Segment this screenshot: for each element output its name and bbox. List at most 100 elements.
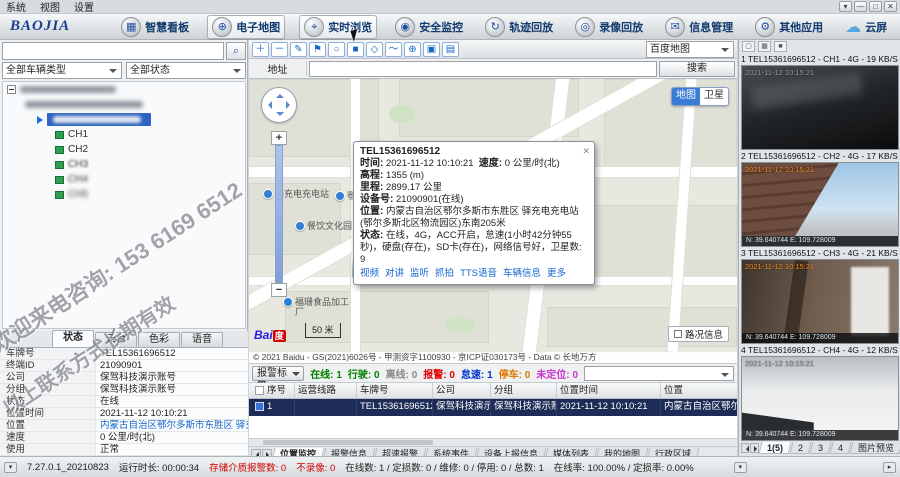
map-canvas[interactable]: 驿充电充电站 鄂尔伊勤 餐饮文化园 福珊食品加工厂 + − TEL1536169… xyxy=(249,79,737,352)
pan-down-icon[interactable] xyxy=(276,112,284,120)
layout-1x1-icon[interactable]: ▢ xyxy=(742,41,755,52)
tree-root-node[interactable] xyxy=(3,82,245,97)
draw-polygon-icon[interactable]: ◇ xyxy=(366,42,383,57)
popup-link-intercom[interactable]: 对讲 xyxy=(385,268,404,280)
video-feed-ch4[interactable]: 2021-11-12 10:15:21 N: 39.640744 E: 109.… xyxy=(741,356,899,441)
status-expand-icon[interactable]: ▸ xyxy=(883,462,896,473)
map-pan-control[interactable] xyxy=(261,87,297,123)
alarm-tag-button[interactable]: 报警标签 xyxy=(252,366,304,381)
slider-zoom-out-icon[interactable]: − xyxy=(271,283,287,297)
poi-food-factory[interactable]: 福珊食品加工厂 xyxy=(283,297,351,317)
status-collapse-icon[interactable]: ▾ xyxy=(734,462,747,473)
checkbox-icon xyxy=(674,330,682,338)
tree-channel-item[interactable]: CH4 xyxy=(3,172,245,187)
close-icon[interactable]: ✕ xyxy=(884,1,897,12)
maximize-icon[interactable]: □ xyxy=(869,1,882,12)
tab-scroll-right-icon[interactable] xyxy=(750,443,758,453)
popup-link-snapshot[interactable]: 抓拍 xyxy=(435,268,454,280)
vehicle-search-input[interactable] xyxy=(2,42,224,60)
address-input[interactable] xyxy=(309,61,657,77)
toolbar-info-management[interactable]: ✉ 信息管理 xyxy=(661,15,737,39)
popup-link-vehicle-info[interactable]: 车辆信息 xyxy=(503,268,541,280)
layout-stop-icon[interactable]: ■ xyxy=(774,41,787,52)
video-feed-ch2[interactable]: 2021-11-12 10:15:21 N: 39.640744 E: 109.… xyxy=(741,162,899,247)
map-provider-select[interactable]: 百度地图 xyxy=(646,41,734,58)
status-menu-icon[interactable]: ▾ xyxy=(4,462,17,473)
menu-system[interactable]: 系统 xyxy=(6,0,26,14)
video-feed-ch1[interactable]: 2021-11-12 10:15:21 xyxy=(741,65,899,150)
toolbar-safety-monitor[interactable]: ◉ 安全监控 xyxy=(391,15,467,39)
tab-status[interactable]: 状态 xyxy=(52,330,94,347)
skin-icon[interactable]: ▾ xyxy=(839,1,852,12)
toolbar-track-playback[interactable]: ↻ 轨迹回放 xyxy=(481,15,557,39)
popup-close-icon[interactable]: ✕ xyxy=(582,145,590,157)
tab-scroll-left-icon[interactable] xyxy=(741,443,749,453)
popup-link-tts[interactable]: TTS语音 xyxy=(460,268,497,280)
minimize-icon[interactable]: — xyxy=(854,1,867,12)
tab-color[interactable]: 色彩 xyxy=(138,332,180,347)
tab-page-1[interactable]: 1(5) xyxy=(758,442,791,454)
collapse-icon[interactable] xyxy=(7,85,16,94)
draw-rect-icon[interactable]: ■ xyxy=(347,42,364,57)
toolbar-video-playback[interactable]: ◎ 录像回放 xyxy=(571,15,647,39)
tree-group-node[interactable] xyxy=(3,97,245,112)
cloud-icon: ☁ xyxy=(845,17,861,37)
mark-icon[interactable]: ⚑ xyxy=(309,42,326,57)
menu-settings[interactable]: 设置 xyxy=(74,0,94,14)
table-row[interactable]: 1 TEL15361696512 保驾科技演示账号 保驾科技演示账号 2021-… xyxy=(249,399,737,416)
prop-value: 正常 xyxy=(96,444,248,455)
address-search-button[interactable]: 搜索 xyxy=(659,61,735,77)
pan-left-icon[interactable] xyxy=(264,101,272,109)
tree-channel-item[interactable]: CH2 xyxy=(3,142,245,157)
vehicle-status-select[interactable]: 全部状态 xyxy=(126,62,246,79)
horizontal-scrollbar[interactable] xyxy=(249,439,737,447)
vehicle-tree[interactable]: CH1 CH2 CH3 CH4 CH5 xyxy=(2,81,246,329)
prop-location-link[interactable]: 内蒙古自治区鄂尔多斯市东胜区 驿充电充电站(鄂尔 xyxy=(96,420,248,431)
map-type-satellite[interactable]: 卫星 xyxy=(700,88,728,105)
tab-page-3[interactable]: 3 xyxy=(809,442,831,454)
popup-link-more[interactable]: 更多 xyxy=(547,268,566,280)
measure-icon[interactable]: ✎ xyxy=(290,42,307,57)
map-zoom-slider[interactable]: + − xyxy=(271,131,287,297)
tree-vehicle-node-selected[interactable] xyxy=(3,112,245,127)
select-all-checkbox[interactable] xyxy=(255,386,264,395)
tab-image-preview[interactable]: 图片预览 xyxy=(849,442,900,454)
draw-polyline-icon[interactable]: ～ xyxy=(385,42,402,57)
pan-up-icon[interactable] xyxy=(276,90,284,98)
tab-page-2[interactable]: 2 xyxy=(789,442,811,454)
tab-voice[interactable]: 语音 xyxy=(181,332,223,347)
video-feed-ch3[interactable]: 2021-11-12 10:15:21 N: 39.640744 E: 109.… xyxy=(741,259,899,344)
draw-circle-icon[interactable]: ○ xyxy=(328,42,345,57)
map-type-map[interactable]: 地图 xyxy=(672,88,700,105)
toolbar-other-apps[interactable]: ⚙ 其他应用 xyxy=(751,15,827,39)
zoom-track[interactable] xyxy=(275,145,283,283)
zoom-box-icon[interactable]: ⊕ xyxy=(404,42,421,57)
layers-icon[interactable]: ▤ xyxy=(442,42,459,57)
prop-label: 位置时间 xyxy=(0,408,96,419)
tree-channel-item[interactable]: CH1 xyxy=(3,127,245,142)
zoom-in-icon[interactable]: ＋ xyxy=(252,42,269,57)
layout-2x2-icon[interactable]: ▦ xyxy=(758,41,771,52)
tab-ptz[interactable]: 云台 xyxy=(95,332,137,347)
pan-right-icon[interactable] xyxy=(286,101,294,109)
row-checkbox[interactable] xyxy=(255,402,264,411)
vehicle-filter-select[interactable] xyxy=(584,366,734,381)
tree-channel-item[interactable]: CH3 xyxy=(3,157,245,172)
vehicle-type-select[interactable]: 全部车辆类型 xyxy=(2,62,122,79)
search-icon[interactable]: ⌕ xyxy=(226,42,246,60)
scrollbar-thumb[interactable] xyxy=(263,440,433,445)
traffic-checkbox[interactable]: 路况信息 xyxy=(668,326,729,342)
slider-zoom-in-icon[interactable]: + xyxy=(271,131,287,145)
popup-link-listen[interactable]: 监听 xyxy=(410,268,429,280)
zoom-out-icon[interactable]: － xyxy=(271,42,288,57)
toolbar-live-view[interactable]: ⌖ 实时浏览 xyxy=(299,15,377,39)
popup-link-video[interactable]: 视频 xyxy=(360,268,379,280)
toolbar-e-map[interactable]: ⊕ 电子地图 xyxy=(207,15,285,39)
fullscreen-icon[interactable]: ▣ xyxy=(423,42,440,57)
menu-view[interactable]: 视图 xyxy=(40,0,60,14)
tree-channel-item[interactable]: CH5 xyxy=(3,187,245,202)
toolbar-cloud-screen[interactable]: ☁ 云屏 xyxy=(841,15,891,39)
toolbar-smart-board[interactable]: ▦ 智慧看板 xyxy=(117,15,193,39)
tab-page-4[interactable]: 4 xyxy=(829,442,851,454)
poi-food-culture-park[interactable]: 餐饮文化园 xyxy=(295,221,352,231)
